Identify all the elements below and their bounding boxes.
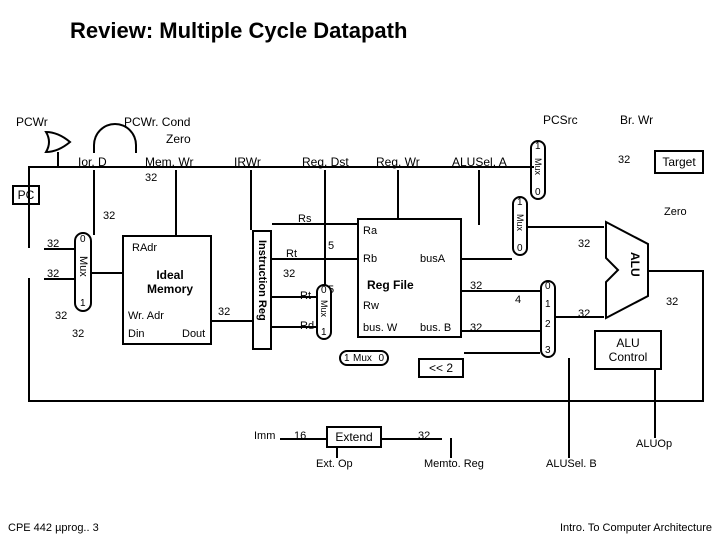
w32-ext: 32	[418, 430, 430, 442]
block-shift: << 2	[418, 358, 464, 378]
wire	[280, 438, 326, 440]
wire	[57, 152, 59, 166]
lbl-extop: Ext. Op	[316, 458, 353, 470]
w32-h: 32	[578, 238, 590, 250]
w16: 16	[294, 430, 306, 442]
lbl-pcsrc: PCSrc	[543, 113, 578, 127]
lbl-aluselb: ALUSel. B	[546, 458, 597, 470]
wire	[28, 166, 30, 248]
wire	[250, 170, 252, 230]
lbl-rw: Rw	[363, 300, 379, 312]
page-title: Review: Multiple Cycle Datapath	[70, 18, 407, 44]
wire	[92, 272, 122, 274]
wire	[648, 270, 704, 272]
wire	[212, 320, 252, 322]
wire	[175, 170, 177, 235]
w32-t: 32	[618, 154, 630, 166]
lbl-pcwrcond: PCWr. Cond	[124, 115, 190, 129]
lbl-rb: Rb	[363, 253, 377, 265]
wire	[462, 290, 540, 292]
wire	[528, 226, 604, 228]
lbl-din: Din	[128, 328, 145, 340]
lbl-zero: Zero	[166, 132, 191, 146]
mux-iord: 0 Mux 1	[74, 232, 92, 312]
or-gate	[44, 130, 72, 154]
mux-pcsrc: 1 Mux 0	[530, 140, 546, 200]
wire	[93, 170, 95, 235]
w5-a: 5	[328, 240, 334, 252]
w32-k: 32	[666, 296, 678, 308]
lbl-dout: Dout	[182, 328, 205, 340]
wire	[568, 358, 570, 458]
w4: 4	[515, 294, 521, 306]
block-pc: PC	[12, 185, 40, 205]
w32-da: 32	[72, 328, 84, 340]
w32-j: 32	[578, 308, 590, 320]
wire	[462, 258, 512, 260]
wire	[382, 438, 442, 440]
lbl-imm: Imm	[254, 430, 275, 442]
wire	[462, 330, 540, 332]
lbl-regfile: Reg File	[367, 278, 414, 292]
wire	[28, 278, 30, 402]
block-alu	[604, 220, 650, 320]
w32-e: 32	[218, 306, 230, 318]
lbl-aluop: ALUOp	[636, 438, 672, 450]
lbl-idealmem: Ideal Memory	[140, 268, 200, 296]
wire	[336, 448, 338, 458]
block-target: Target	[654, 150, 704, 174]
lbl-radr: RAdr	[132, 242, 157, 254]
mux-aluselb: 0 1 2 3	[540, 280, 556, 358]
wire	[272, 258, 357, 260]
lbl-alu: ALU	[628, 252, 642, 277]
lbl-zero2: Zero	[664, 206, 687, 218]
block-ireg: Instruction Reg	[252, 230, 272, 350]
wire	[464, 352, 540, 354]
wire	[272, 223, 357, 225]
w32-g: 32	[470, 322, 482, 334]
wire	[478, 170, 480, 225]
wire	[702, 270, 704, 402]
wire	[556, 316, 604, 318]
wire	[28, 400, 704, 402]
lbl-brwr: Br. Wr	[620, 113, 653, 127]
wire	[272, 296, 316, 298]
footer-right: Intro. To Computer Architecture	[560, 522, 712, 534]
lbl-wradr: Wr. Adr	[128, 310, 164, 322]
lbl-pcwr: PCWr	[16, 115, 48, 129]
wire	[28, 166, 534, 168]
mux-alusela: 1 Mux 0	[512, 196, 528, 256]
lbl-ra: Ra	[363, 225, 377, 237]
block-aluctl: ALU Control	[594, 330, 662, 370]
w32-e2: 32	[283, 268, 295, 280]
mux-regdst: 0 Mux 1	[316, 284, 332, 340]
wire	[272, 326, 316, 328]
lbl-busa: busA	[420, 253, 445, 265]
wire	[450, 438, 452, 458]
w32-d: 32	[103, 210, 115, 222]
wire	[44, 248, 74, 250]
width-32: 32	[145, 172, 157, 184]
wire	[654, 370, 656, 438]
w32-c: 32	[55, 310, 67, 322]
wire	[44, 278, 74, 280]
footer-left: CPE 442 µprog.. 3	[8, 522, 99, 534]
lbl-busw: bus. W	[363, 322, 397, 334]
lbl-busb: bus. B	[420, 322, 451, 334]
mux-memtoreg: 1 Mux 0	[339, 350, 389, 366]
lbl-memtoreg: Memto. Reg	[424, 458, 484, 470]
block-extend: Extend	[326, 426, 382, 448]
